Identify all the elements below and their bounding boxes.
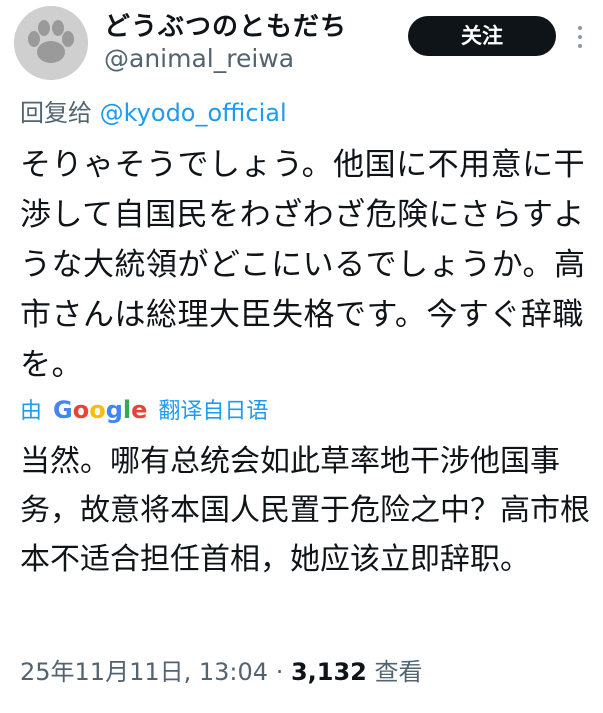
- reply-mention-link[interactable]: @kyodo_official: [100, 99, 287, 127]
- tweet-header: どうぶつのともだち @animal_reiwa 关注: [0, 0, 603, 90]
- tweet-timestamp[interactable]: 25年11月11日, 13:04: [20, 658, 268, 686]
- translation-attribution[interactable]: 由 Google 翻译自日语: [20, 393, 268, 425]
- views-label: 查看: [374, 658, 423, 686]
- translate-by-label: 由: [20, 399, 43, 424]
- tweet-text: そりゃそうでしょう。他国に不用意に干渉して自国民をわざわざ危険にさらすような大統…: [20, 147, 586, 383]
- display-name[interactable]: どうぶつのともだち: [104, 6, 347, 43]
- translate-action-label[interactable]: 翻译自日语: [158, 399, 268, 424]
- reply-context: 回复给 @kyodo_official: [20, 93, 287, 128]
- tweet-meta: 25年11月11日, 13:04 · 3,132 查看: [20, 652, 423, 687]
- avatar[interactable]: [14, 6, 88, 80]
- google-logo: Google: [53, 396, 148, 424]
- more-vertical-icon[interactable]: [576, 26, 584, 54]
- paw-print-icon: [14, 6, 88, 80]
- views-count: 3,132: [290, 658, 367, 686]
- user-handle[interactable]: @animal_reiwa: [104, 44, 294, 73]
- meta-separator: ·: [275, 658, 284, 686]
- reply-prefix: 回复给: [20, 99, 92, 127]
- follow-button[interactable]: 关注: [408, 16, 556, 56]
- translated-text: 当然。哪有总统会如此草率地干涉他国事务，故意将本国人民置于危险之中？高市根本不适…: [20, 444, 590, 577]
